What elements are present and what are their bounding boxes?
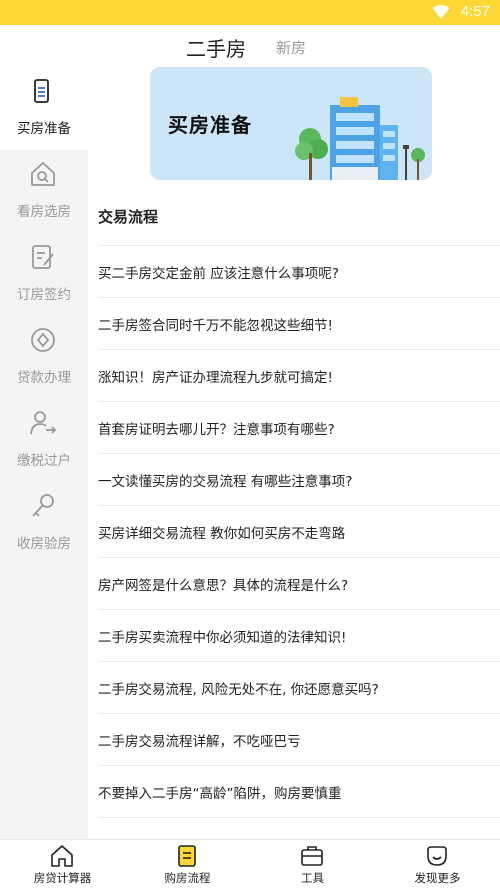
list-item[interactable]: 首套房证明去哪儿开？注意事项有哪些? [98,401,500,453]
sidebar-item-label: 买房准备 [17,121,71,137]
sidebar-item-view[interactable]: 看房选房 [0,150,88,233]
list-item-title: 不要掉入二手房“高龄”陷阱，购房要慎重 [98,786,342,802]
list-item[interactable]: 二手房交易流程详解，不吃哑巴亏 [98,713,500,765]
list-item-title: 二手房买卖流程中你必须知道的法律知识! [98,630,347,646]
nav-mortgage-calculator[interactable]: 房贷计算器 [0,840,125,888]
list-item-title: 买二手房交定金前 应该注意什么事项呢? [98,266,339,282]
nav-label: 购房流程 [164,871,211,885]
sidebar-item-contract[interactable]: 订房签约 [0,233,88,316]
list-item-title: 一文读懂买房的交易流程 有哪些注意事项? [98,474,353,490]
sidebar-item-label: 订房签约 [17,287,71,303]
banner-title: 买房准备 [168,113,252,137]
list-item[interactable]: 不要掉入二手房“高龄”陷阱，购房要慎重 [98,765,500,817]
nav-label: 房贷计算器 [33,871,92,885]
status-time: 4:57 [460,3,490,20]
list-doc-icon [178,845,196,867]
sidebar-item-label: 缴税过户 [17,453,71,469]
nav-label: 发现更多 [414,871,461,885]
toolbox-icon [301,846,323,866]
list-item-title: 首套房证明去哪儿开？注意事项有哪些? [98,422,335,438]
list-item[interactable]: 买二手房交定金前 应该注意什么事项呢? [98,245,500,297]
list-item-title: 房产网签是什么意思？具体的流程是什么? [98,578,349,594]
list-item[interactable] [98,817,500,839]
sidebar-item-prepare[interactable]: 买房准备 [0,67,88,150]
list-item[interactable]: 一文读懂买房的交易流程 有哪些注意事项? [98,453,500,505]
list-item[interactable]: 房产网签是什么意思？具体的流程是什么? [98,557,500,609]
list-item-title: 买房详细交易流程 教你如何买房不走弯路 [98,526,346,542]
list-item-title: 二手房交易流程, 风险无处不在, 你还愿意买吗? [98,682,379,698]
list-item[interactable]: 二手房交易流程, 风险无处不在, 你还愿意买吗? [98,661,500,713]
banner[interactable]: 买房准备 [150,67,432,180]
list-item-title: 二手房交易流程详解，不吃哑巴亏 [98,734,301,750]
discover-icon [427,846,447,866]
list-item[interactable]: 买房详细交易流程 教你如何买房不走弯路 [98,505,500,557]
list-item[interactable]: 二手房买卖流程中你必须知道的法律知识! [98,609,500,661]
sidebar-item-loan[interactable]: 贷款办理 [0,316,88,399]
status-bar: 4:57 [0,0,500,25]
key-icon [32,494,54,517]
sidebar-item-label: 收房验房 [17,536,71,552]
nav-discover-more[interactable]: 发现更多 [375,840,500,888]
list-item-title: 二手房签合同时千万不能忽视这些细节! [98,318,333,334]
contract-edit-icon [32,245,54,269]
section-title: 交易流程 [98,208,159,226]
house-search-icon [31,162,55,186]
bottom-nav: 房贷计算器 购房流程 工具 发现更多 [0,839,500,888]
home-icon [51,845,73,867]
nav-tools[interactable]: 工具 [250,840,375,888]
list-item[interactable]: 涨知识！房产证办理流程九步就可搞定! [98,349,500,401]
phone-doc-icon [34,79,49,103]
list-item[interactable]: 二手房签合同时千万不能忽视这些细节! [98,297,500,349]
tab-new-house[interactable]: 新房 [276,37,306,58]
sidebar: 买房准备 看房选房 订房签约 贷款办理 缴税过户 收房验房 [0,67,88,840]
list-item-title: 涨知识！房产证办理流程九步就可搞定! [98,370,333,386]
nav-purchase-process[interactable]: 购房流程 [125,840,250,888]
person-transfer-icon [30,411,57,435]
building-illustration [295,97,425,180]
sidebar-item-label: 贷款办理 [17,370,71,386]
sidebar-item-inspect[interactable]: 收房验房 [0,482,88,565]
nav-label: 工具 [301,871,324,885]
header-tabs: 二手房 新房 [0,25,500,67]
sidebar-item-label: 看房选房 [17,204,71,220]
wifi-icon [432,5,450,19]
sidebar-item-tax[interactable]: 缴税过户 [0,399,88,482]
loan-diamond-icon [31,328,55,352]
tab-second-hand[interactable]: 二手房 [186,33,246,62]
